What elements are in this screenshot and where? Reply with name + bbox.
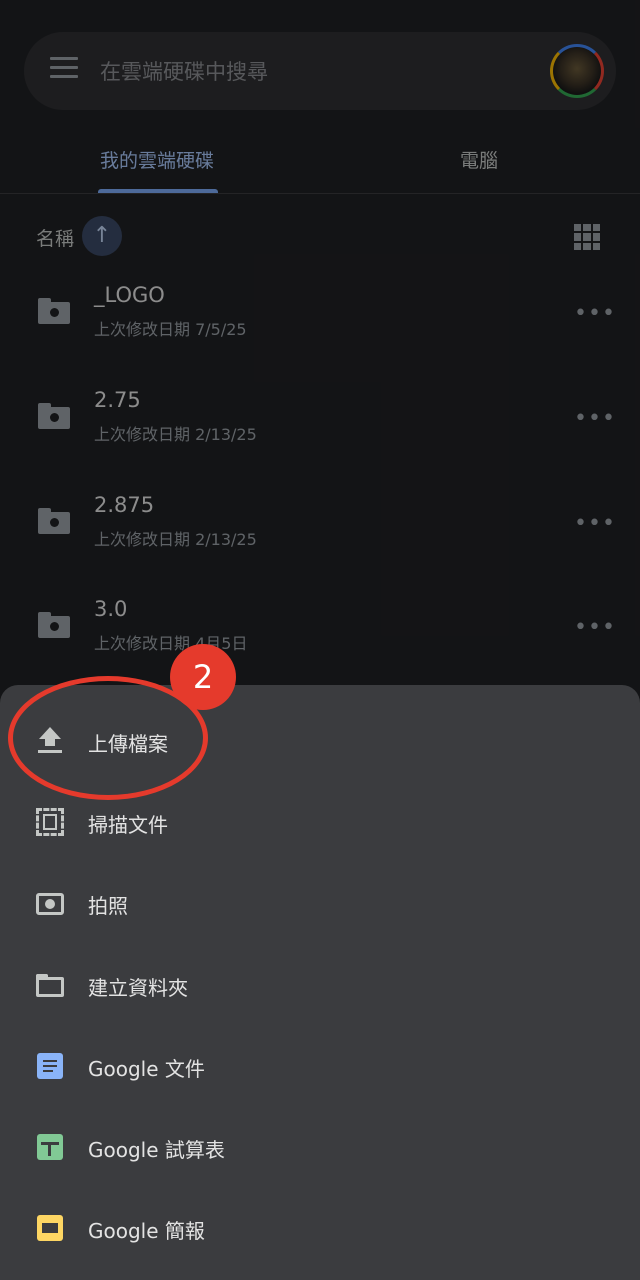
google-docs-label: Google 文件: [88, 1057, 205, 1081]
take-photo-item[interactable]: 拍照: [0, 865, 640, 941]
google-slides-item[interactable]: Google 簡報: [0, 1190, 640, 1266]
camera-icon: [34, 887, 66, 919]
google-sheets-icon: [37, 1134, 63, 1160]
scan-icon: [34, 806, 66, 838]
new-folder-label: 建立資料夾: [88, 976, 188, 1000]
folder-icon: [34, 969, 66, 1001]
google-slides-icon: [37, 1215, 63, 1241]
google-docs-icon: [37, 1053, 63, 1079]
google-sheets-item[interactable]: Google 試算表: [0, 1109, 640, 1185]
new-folder-item[interactable]: 建立資料夾: [0, 947, 640, 1023]
google-sheets-label: Google 試算表: [88, 1138, 225, 1162]
take-photo-label: 拍照: [88, 894, 128, 918]
scan-document-label: 掃描文件: [88, 813, 168, 837]
google-docs-item[interactable]: Google 文件: [0, 1028, 640, 1104]
annotation-step-badge: 2: [170, 644, 236, 710]
google-slides-label: Google 簡報: [88, 1219, 205, 1243]
